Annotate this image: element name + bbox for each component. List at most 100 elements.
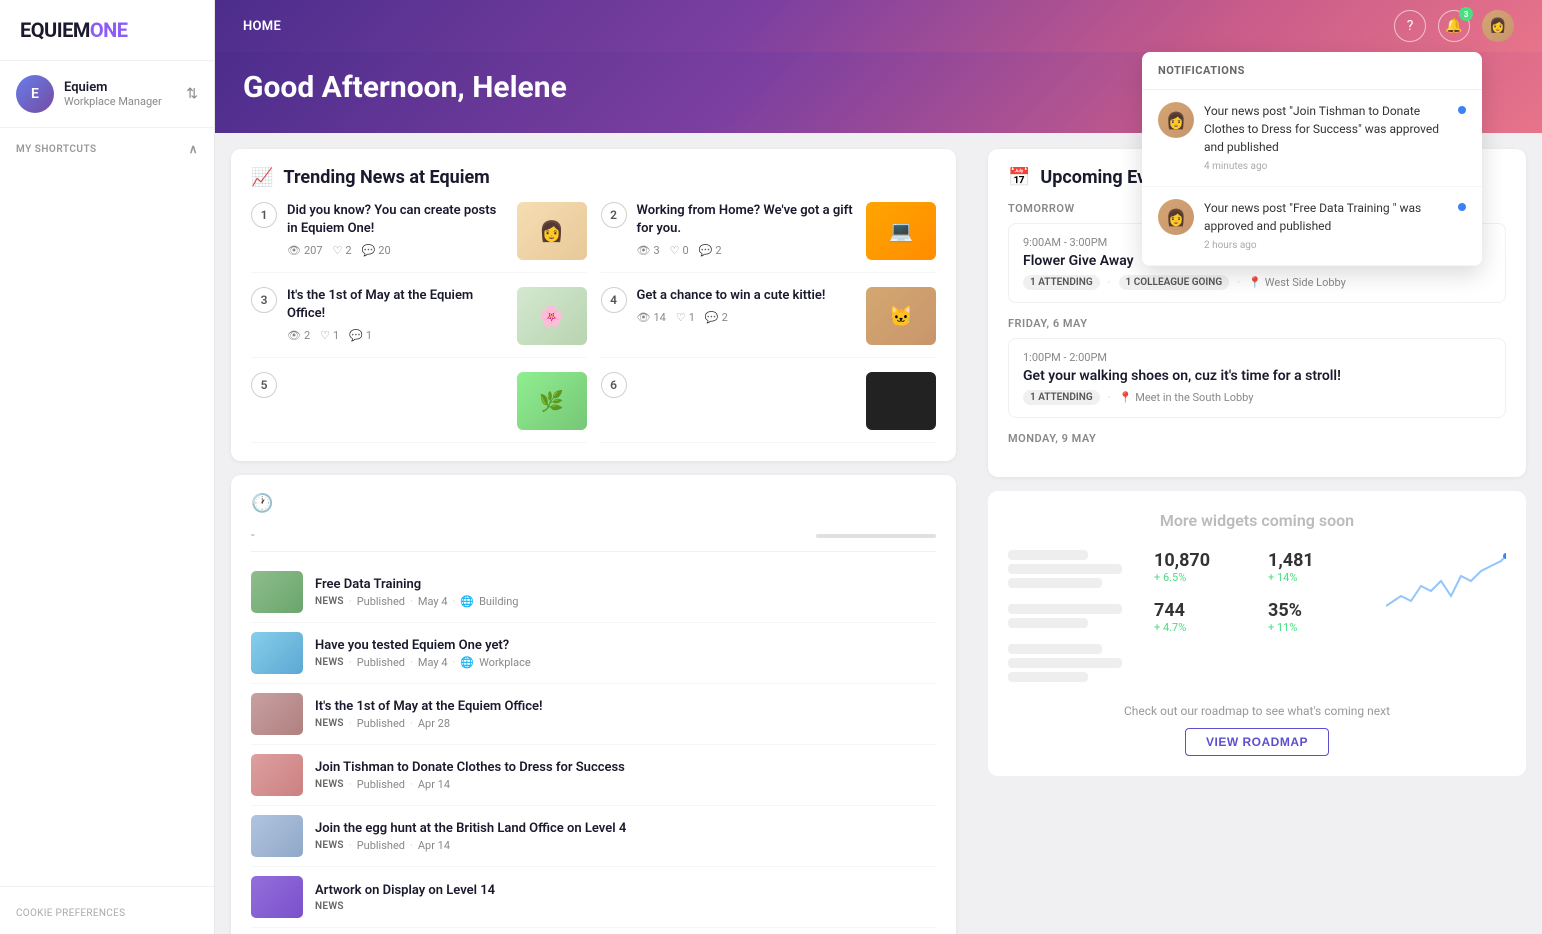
skeleton-line-7: [1008, 658, 1122, 668]
comments-stat-4: 💬 2: [705, 311, 728, 324]
skeleton-line-2: [1008, 564, 1122, 574]
likes-stat-2: ♡ 0: [670, 244, 689, 257]
recent-thumb-1: [251, 571, 303, 613]
news-headline-2: Working from Home? We've got a gift for …: [637, 202, 857, 238]
user-avatar-image: 👩: [1482, 10, 1514, 42]
news-content-3: It's the 1st of May at the Equiem Office…: [287, 287, 507, 342]
news-thumb-4: 🐱: [866, 287, 936, 345]
events-group-monday: MONDAY, 9 MAY: [1008, 432, 1506, 445]
sidebar: EQUIEMONE E Equiem Workplace Manager ⇅ M…: [0, 0, 215, 934]
widgets-stats: 10,870 + 6.5% 1,481 + 14% 744 + 4.7% 3: [1154, 546, 1374, 638]
event-walking[interactable]: 1:00PM - 2:00PM Get your walking shoes o…: [1008, 338, 1506, 418]
topbar-home-label: HOME: [243, 19, 1394, 34]
topbar-icons: ? 🔔 3 👩: [1394, 10, 1514, 42]
news-item-3[interactable]: 3 It's the 1st of May at the Equiem Offi…: [251, 287, 587, 358]
recent-status-1: Published: [357, 595, 405, 608]
likes-stat-1: ♡ 2: [333, 244, 352, 257]
sort-icon[interactable]: ⇅: [186, 86, 198, 102]
event-location-2: 📍 Meet in the South Lobby: [1119, 391, 1254, 404]
notif-item-2[interactable]: 👩 Your news post "Free Data Training " w…: [1142, 187, 1482, 266]
location-icon-1: 🌐: [460, 595, 474, 608]
recent-card: 🕐 - Free Data Training NEWS: [231, 475, 956, 934]
recent-date-3: Apr 28: [418, 717, 450, 730]
recent-meta-3: NEWS · Published · Apr 28: [315, 717, 936, 730]
recent-title-3: It's the 1st of May at the Equiem Office…: [315, 699, 936, 714]
widgets-skeleton: [1008, 546, 1142, 690]
notif-unread-2: [1458, 203, 1466, 211]
scroll-indicator: [816, 534, 936, 538]
stat-change-3: + 4.7%: [1154, 621, 1260, 634]
meta-tag-6: NEWS: [315, 901, 344, 912]
skeleton-group-2: [1008, 604, 1142, 628]
meta-tag-2: NEWS: [315, 657, 344, 668]
notif-avatar-img-2: 👩: [1158, 199, 1194, 235]
skeleton-line-8: [1008, 672, 1088, 682]
recent-date-5: Apr 14: [418, 839, 450, 852]
help-button[interactable]: ?: [1394, 10, 1426, 42]
news-item-2[interactable]: 2 Working from Home? We've got a gift fo…: [601, 202, 937, 273]
recent-item-6[interactable]: Artwork on Display on Level 14 NEWS: [251, 867, 936, 928]
recent-date-4: Apr 14: [418, 778, 450, 791]
event-time-2: 1:00PM - 2:00PM: [1023, 351, 1491, 364]
topbar: HOME ? 🔔 3 👩: [215, 0, 1542, 52]
user-avatar-top[interactable]: 👩: [1482, 10, 1514, 42]
date-label-monday: MONDAY, 9 MAY: [1008, 432, 1506, 445]
logo-area: EQUIEMONE: [0, 0, 214, 61]
location-pin-icon-1: 📍: [1248, 276, 1262, 289]
event-meta-1: 1 ATTENDING · 1 COLLEAGUE GOING · 📍 West…: [1023, 275, 1491, 290]
widgets-footer: Check out our roadmap to see what's comi…: [1008, 704, 1506, 718]
stat-value-4: 35%: [1268, 600, 1374, 621]
attending-badge-1: 1 ATTENDING: [1023, 275, 1100, 290]
news-thumb-3: 🌸: [517, 287, 587, 345]
news-thumb-1: 👩: [517, 202, 587, 260]
trending-news-card: 📈 Trending News at Equiem 1 Did you know…: [231, 149, 956, 461]
comment-icon-4: 💬: [705, 311, 719, 324]
news-thumb-6: [866, 372, 936, 430]
avatar: E: [16, 75, 54, 113]
notifications-header: NOTIFICATIONS: [1142, 52, 1482, 90]
views-stat-4: 👁 14: [637, 311, 666, 324]
trending-news-header: 📈 Trending News at Equiem: [251, 167, 936, 188]
recent-item-3[interactable]: It's the 1st of May at the Equiem Office…: [251, 684, 936, 745]
news-content-6: [637, 372, 857, 378]
news-item-5[interactable]: 5 🌿: [251, 372, 587, 443]
skeleton-line-4: [1008, 604, 1122, 614]
news-item-1[interactable]: 1 Did you know? You can create posts in …: [251, 202, 587, 273]
stat-value-2: 1,481: [1268, 550, 1374, 571]
meta-tag-5: NEWS: [315, 840, 344, 851]
news-content-5: [287, 372, 507, 378]
recent-title-1: Free Data Training: [315, 577, 936, 592]
view-roadmap-button[interactable]: VIEW ROADMAP: [1185, 728, 1329, 756]
recent-item-2[interactable]: Have you tested Equiem One yet? NEWS · P…: [251, 623, 936, 684]
recent-thumb-5: [251, 815, 303, 857]
comments-stat-1: 💬 20: [362, 244, 391, 257]
skeleton-line-1: [1008, 550, 1088, 560]
stat-box-4: 35% + 11%: [1268, 596, 1374, 638]
comment-icon-3: 💬: [349, 329, 363, 342]
cookie-preferences[interactable]: COOKIE PREFERENCES: [16, 908, 125, 919]
recent-title-6: Artwork on Display on Level 14: [315, 883, 936, 898]
news-item-6[interactable]: 6: [601, 372, 937, 443]
notif-item-1[interactable]: 👩 Your news post "Join Tishman to Donate…: [1142, 90, 1482, 187]
heart-icon-4: ♡: [676, 311, 686, 324]
question-icon: ?: [1407, 18, 1414, 34]
event-location-1: 📍 West Side Lobby: [1248, 276, 1346, 289]
news-item-4[interactable]: 4 Get a chance to win a cute kittie! 👁 1…: [601, 287, 937, 358]
news-content-2: Working from Home? We've got a gift for …: [637, 202, 857, 257]
stat-box-3: 744 + 4.7%: [1154, 596, 1260, 638]
widgets-chart: [1386, 546, 1506, 626]
recent-header-row: -: [251, 528, 936, 543]
recent-item-5[interactable]: Join the egg hunt at the British Land Of…: [251, 806, 936, 867]
notification-button[interactable]: 🔔 3: [1438, 10, 1470, 42]
recent-item-1[interactable]: Free Data Training NEWS · Published · Ma…: [251, 562, 936, 623]
shortcuts-header[interactable]: MY SHORTCUTS ∧: [16, 142, 198, 156]
user-info: Equiem Workplace Manager: [64, 80, 176, 108]
user-role: Workplace Manager: [64, 95, 176, 108]
sidebar-footer: COOKIE PREFERENCES: [0, 886, 214, 934]
views-stat-1: 👁 207: [287, 244, 323, 257]
recent-meta-2: NEWS · Published · May 4 · 🌐 Workplace: [315, 656, 936, 669]
eye-icon-4: 👁: [637, 311, 651, 324]
recent-item-4[interactable]: Join Tishman to Donate Clothes to Dress …: [251, 745, 936, 806]
skeleton-group-3: [1008, 644, 1142, 682]
recent-info-1: Free Data Training NEWS · Published · Ma…: [315, 577, 936, 608]
